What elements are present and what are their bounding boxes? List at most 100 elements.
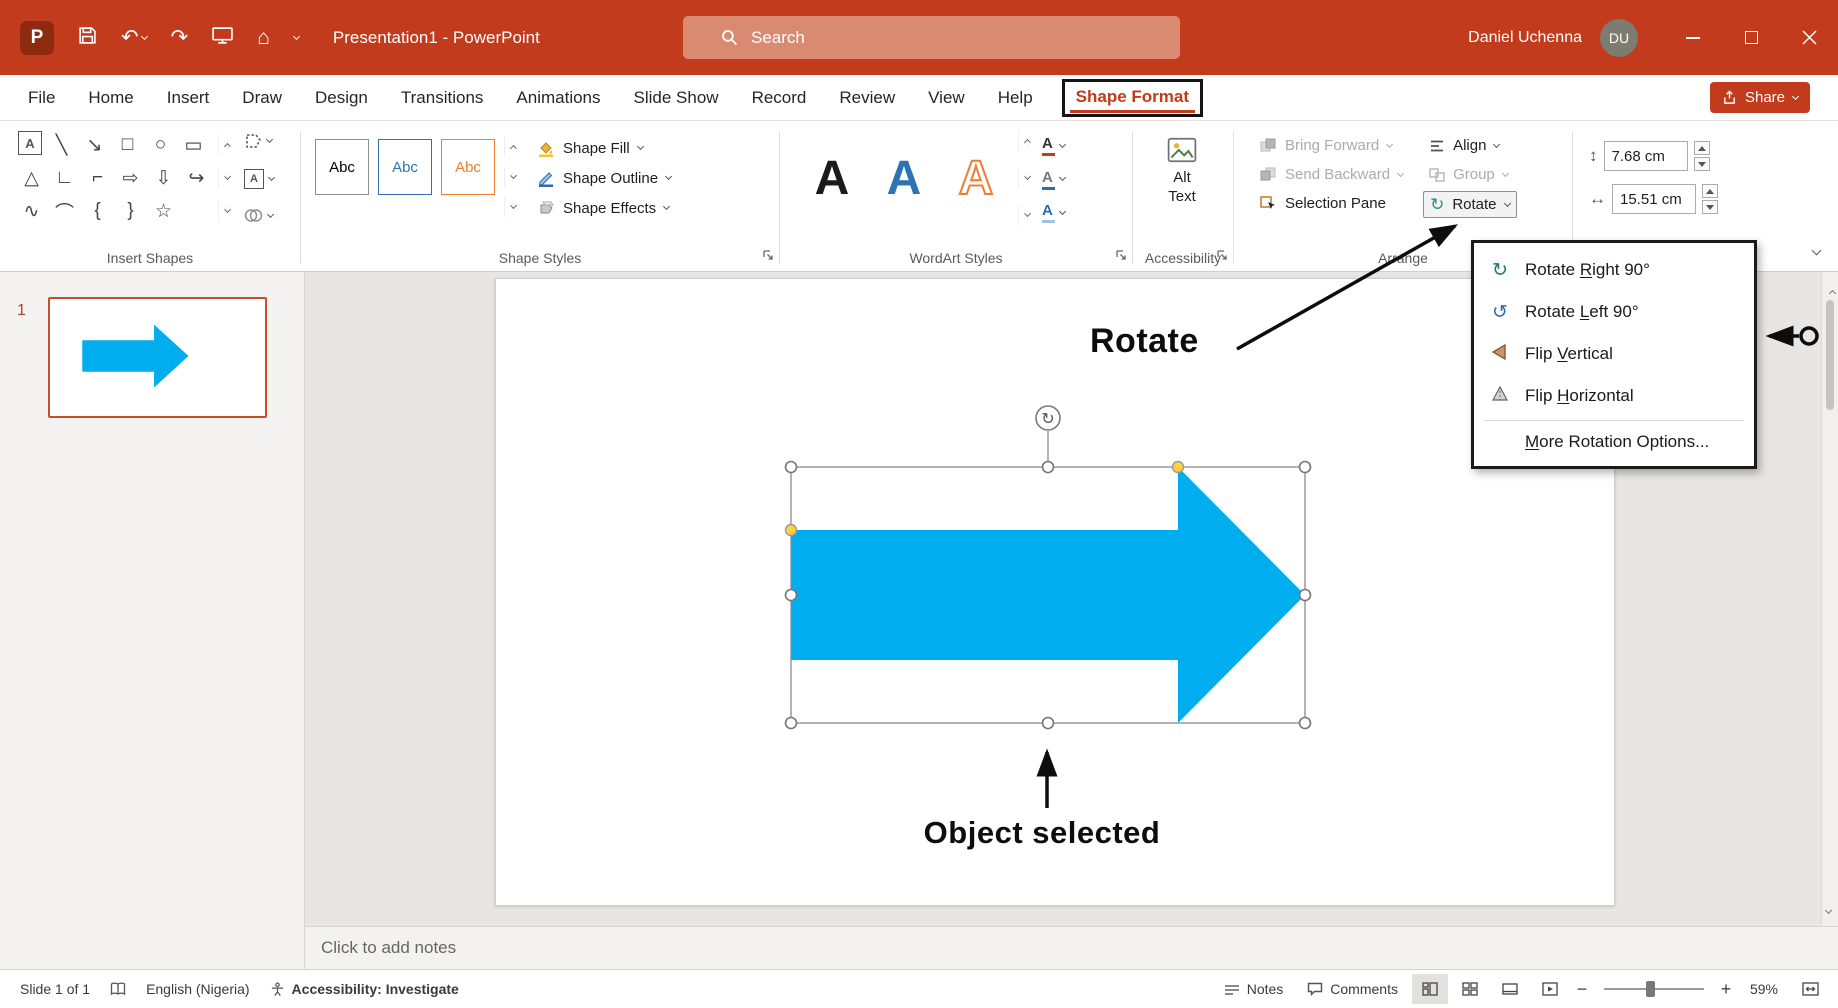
user-avatar[interactable]: DU: [1600, 19, 1638, 57]
tab-record[interactable]: Record: [752, 88, 807, 108]
zoom-level[interactable]: 59%: [1740, 981, 1788, 997]
wordart-preset-1[interactable]: A: [796, 129, 868, 229]
shape-outline-button[interactable]: Shape Outline: [531, 165, 677, 191]
shape-effects-chevron-icon[interactable]: [663, 203, 670, 210]
zoom-in-button[interactable]: +: [1716, 979, 1736, 1000]
shape-style-preset-1[interactable]: Abc: [315, 139, 369, 195]
height-spin-up-button[interactable]: [1694, 141, 1710, 155]
shape-star-icon[interactable]: ☆: [150, 197, 177, 225]
accessibility-checker-button[interactable]: Accessibility: Investigate: [260, 981, 469, 997]
shape-oval-icon[interactable]: ○: [147, 131, 174, 159]
scrollbar-thumb[interactable]: [1826, 300, 1834, 410]
wordart-gallery-more-icon[interactable]: [1018, 205, 1036, 225]
shape-block-arrow-right-icon[interactable]: ⇨: [117, 164, 144, 192]
styles-gallery-scroll-down-icon[interactable]: [504, 167, 522, 187]
shape-fill-button[interactable]: Shape Fill: [531, 135, 677, 161]
notes-toggle-button[interactable]: Notes: [1214, 981, 1294, 997]
shape-right-brace-icon[interactable]: }: [117, 197, 144, 225]
customize-qat-chevron-icon[interactable]: [293, 32, 300, 39]
shape-left-brace-icon[interactable]: {: [84, 197, 111, 225]
language-button[interactable]: English (Nigeria): [136, 981, 259, 997]
shape-triangle-icon[interactable]: △: [18, 164, 45, 192]
tab-animations[interactable]: Animations: [516, 88, 600, 108]
zoom-slider-thumb[interactable]: [1646, 981, 1655, 997]
maximize-button[interactable]: [1722, 0, 1780, 75]
width-spin-down-button[interactable]: [1702, 200, 1718, 214]
tab-review[interactable]: Review: [839, 88, 895, 108]
text-effects-button[interactable]: A: [1042, 202, 1065, 223]
collapse-ribbon-chevron-icon[interactable]: [1813, 241, 1820, 259]
comments-button[interactable]: Comments: [1297, 981, 1408, 997]
shape-rectangle-icon[interactable]: □: [114, 131, 141, 159]
accessibility-dialog-launcher-icon[interactable]: [1216, 248, 1228, 266]
shape-arc-icon[interactable]: ⌒: [51, 197, 78, 225]
shapes-gallery-scroll-up-icon[interactable]: [218, 135, 236, 155]
spell-check-button[interactable]: [100, 982, 136, 996]
wordart-dialog-launcher-icon[interactable]: [1115, 248, 1127, 266]
wordart-gallery-scroll-down-icon[interactable]: [1018, 168, 1036, 188]
shapes-gallery-scroll-down-icon[interactable]: [218, 168, 236, 188]
tab-shape-format[interactable]: Shape Format: [1076, 87, 1189, 106]
shape-styles-dialog-launcher-icon[interactable]: [762, 248, 774, 266]
tab-home[interactable]: Home: [88, 88, 133, 108]
text-effects-chevron-icon[interactable]: [1059, 207, 1066, 214]
styles-gallery-scroll-up-icon[interactable]: [504, 137, 522, 157]
shape-bent-arrow-icon[interactable]: ↪: [183, 164, 210, 192]
slide-canvas[interactable]: [495, 278, 1615, 906]
rotate-chevron-icon[interactable]: [1503, 199, 1510, 206]
width-spin-up-button[interactable]: [1702, 184, 1718, 198]
styles-gallery-more-icon[interactable]: [504, 197, 522, 217]
rotate-button[interactable]: ↻ Rotate: [1423, 191, 1516, 218]
share-chevron-icon[interactable]: [1792, 92, 1799, 99]
tab-design[interactable]: Design: [315, 88, 368, 108]
start-slideshow-icon[interactable]: [212, 27, 233, 49]
shape-fill-chevron-icon[interactable]: [637, 143, 644, 150]
alt-text-button[interactable]: Alt Text: [1139, 127, 1225, 207]
selection-pane-button[interactable]: Selection Pane: [1254, 191, 1409, 216]
tab-view[interactable]: View: [928, 88, 965, 108]
menu-item-flip-vertical[interactable]: Flip Vertical: [1474, 333, 1754, 375]
wordart-preset-3[interactable]: A: [940, 129, 1012, 229]
menu-item-rotate-right-90[interactable]: ↻ Rotate Right 90°: [1474, 249, 1754, 291]
text-outline-chevron-icon[interactable]: [1059, 174, 1066, 181]
text-outline-button[interactable]: A: [1042, 169, 1065, 190]
notes-pane[interactable]: Click to add notes: [305, 926, 1838, 969]
user-name[interactable]: Daniel Uchenna: [1468, 29, 1582, 47]
edit-shape-button[interactable]: [244, 133, 274, 149]
slide-thumbnail[interactable]: [48, 297, 267, 418]
shape-outline-chevron-icon[interactable]: [665, 173, 672, 180]
tab-transitions[interactable]: Transitions: [401, 88, 484, 108]
text-box-chevron-icon[interactable]: [268, 173, 275, 180]
zoom-out-button[interactable]: −: [1572, 979, 1592, 1000]
shapes-gallery-more-icon[interactable]: [218, 201, 236, 221]
close-button[interactable]: [1780, 0, 1838, 75]
slide-sorter-view-button[interactable]: [1452, 974, 1488, 1004]
tab-draw[interactable]: Draw: [242, 88, 282, 108]
zoom-slider[interactable]: [1604, 988, 1704, 990]
text-fill-chevron-icon[interactable]: [1059, 140, 1066, 147]
wordart-preset-2[interactable]: A: [868, 129, 940, 229]
shape-right-angle-icon[interactable]: ∟: [51, 164, 78, 192]
search-box[interactable]: Search: [683, 16, 1180, 59]
text-fill-button[interactable]: A: [1042, 135, 1065, 156]
tab-slide-show[interactable]: Slide Show: [634, 88, 719, 108]
shape-line-arrow-icon[interactable]: ↘: [81, 131, 108, 159]
text-box-icon[interactable]: A: [18, 131, 42, 155]
undo-button[interactable]: ↶: [121, 27, 147, 48]
shape-corner-icon[interactable]: ⌐: [84, 164, 111, 192]
tab-insert[interactable]: Insert: [167, 88, 210, 108]
merge-shapes-button[interactable]: [244, 208, 274, 223]
vertical-scrollbar[interactable]: [1821, 272, 1838, 926]
share-button[interactable]: Share: [1710, 82, 1810, 113]
reading-view-button[interactable]: [1492, 974, 1528, 1004]
shape-rounded-rectangle-icon[interactable]: ▭: [180, 131, 207, 159]
align-button[interactable]: Align: [1423, 133, 1516, 158]
wordart-gallery-scroll-up-icon[interactable]: [1018, 131, 1036, 151]
edit-shape-chevron-icon[interactable]: [266, 136, 273, 143]
redo-button[interactable]: ↷: [171, 27, 189, 48]
height-spin-down-button[interactable]: [1694, 157, 1710, 171]
minimize-button[interactable]: [1664, 0, 1722, 75]
merge-shapes-chevron-icon[interactable]: [267, 210, 274, 217]
shape-scribble-icon[interactable]: ∿: [18, 197, 45, 225]
undo-chevron-icon[interactable]: [141, 32, 148, 39]
